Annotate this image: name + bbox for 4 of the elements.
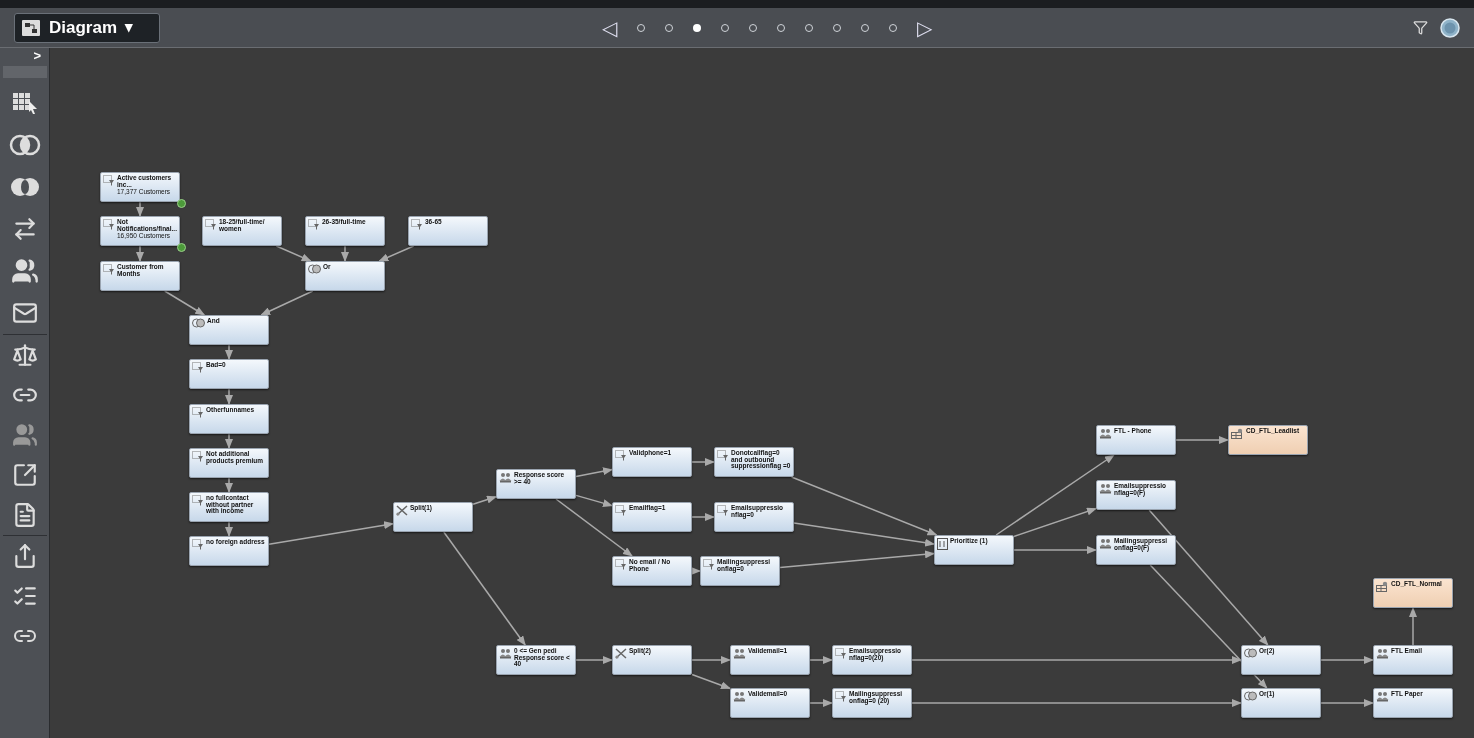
- next-button[interactable]: ▷: [916, 17, 932, 38]
- previous-button[interactable]: ◁: [601, 17, 617, 38]
- expand-button[interactable]: >: [33, 48, 49, 64]
- view-menu-button[interactable]: Diagram ▾: [14, 12, 160, 43]
